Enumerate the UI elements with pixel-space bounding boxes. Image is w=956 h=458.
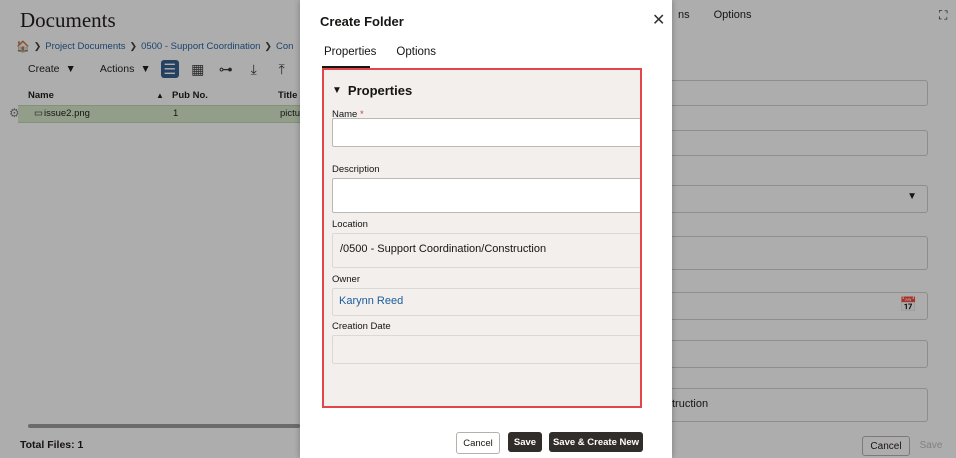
dialog-tabs: Properties Options bbox=[324, 46, 436, 58]
save-create-new-button[interactable]: Save & Create New bbox=[549, 432, 643, 452]
close-icon[interactable]: ✕ bbox=[652, 10, 665, 30]
location-label: Location bbox=[332, 219, 368, 230]
hint-text: Re bbox=[640, 149, 642, 156]
name-input[interactable] bbox=[332, 118, 640, 147]
chevron-down-icon: ▼ bbox=[332, 85, 342, 96]
tab-options[interactable]: Options bbox=[396, 46, 436, 58]
owner-link[interactable]: Karynn Reed bbox=[339, 295, 403, 307]
description-label: Description bbox=[332, 164, 380, 175]
creation-date-label: Creation Date bbox=[332, 321, 391, 332]
owner-label: Owner bbox=[332, 274, 360, 285]
description-input[interactable] bbox=[332, 178, 640, 213]
section-title: Properties bbox=[347, 83, 413, 98]
create-folder-dialog: Create Folder ✕ Properties Options ▼ Pro… bbox=[300, 0, 672, 458]
section-header[interactable]: ▼ Properties bbox=[332, 83, 412, 98]
cancel-button[interactable]: Cancel bbox=[456, 432, 500, 454]
save-button[interactable]: Save bbox=[508, 432, 542, 452]
tab-properties[interactable]: Properties bbox=[324, 46, 376, 58]
owner-field: Karynn Reed bbox=[332, 288, 640, 316]
creation-date-field bbox=[332, 335, 640, 364]
properties-section: ▼ Properties Name * Re Description Locat… bbox=[322, 68, 642, 408]
dialog-title: Create Folder bbox=[320, 14, 404, 29]
location-field: /0500 - Support Coordination/Constructio… bbox=[332, 233, 640, 268]
location-value: /0500 - Support Coordination/Constructio… bbox=[340, 243, 547, 255]
